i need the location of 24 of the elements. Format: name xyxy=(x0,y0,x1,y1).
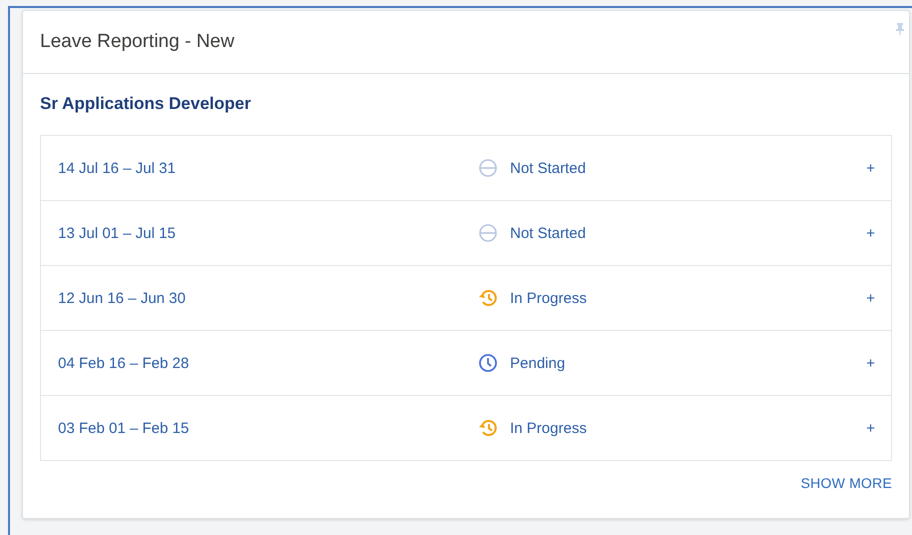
status-label: In Progress xyxy=(510,420,587,436)
add-button[interactable]: + xyxy=(866,290,875,306)
period-link[interactable]: 03 Feb 01 – Feb 15 xyxy=(58,420,478,436)
history-icon xyxy=(478,418,498,438)
status-label: Not Started xyxy=(510,160,586,176)
period-link[interactable]: 14 Jul 16 – Jul 31 xyxy=(58,160,478,176)
period-link[interactable]: 12 Jun 16 – Jun 30 xyxy=(58,290,478,306)
minus-circle-icon xyxy=(478,158,498,178)
status-label: Pending xyxy=(510,354,566,372)
add-button[interactable]: + xyxy=(866,354,875,372)
period-link[interactable]: 04 Feb 16 – Feb 28 xyxy=(58,354,478,372)
add-button[interactable]: + xyxy=(866,224,875,242)
clock-icon xyxy=(478,353,498,373)
minus-circle-icon xyxy=(478,223,498,243)
history-icon xyxy=(478,288,498,308)
status-label: In Progress xyxy=(510,290,587,306)
pin-icon[interactable] xyxy=(895,23,905,35)
status-label: Not Started xyxy=(510,224,586,242)
add-button[interactable]: + xyxy=(866,160,875,176)
add-button[interactable]: + xyxy=(866,420,875,436)
job-title: Sr Applications Developer xyxy=(40,94,252,114)
card-title: Leave Reporting - New xyxy=(40,31,234,53)
period-link[interactable]: 13 Jul 01 – Jul 15 xyxy=(58,224,478,242)
show-more-button[interactable]: SHOW MORE xyxy=(800,475,892,491)
